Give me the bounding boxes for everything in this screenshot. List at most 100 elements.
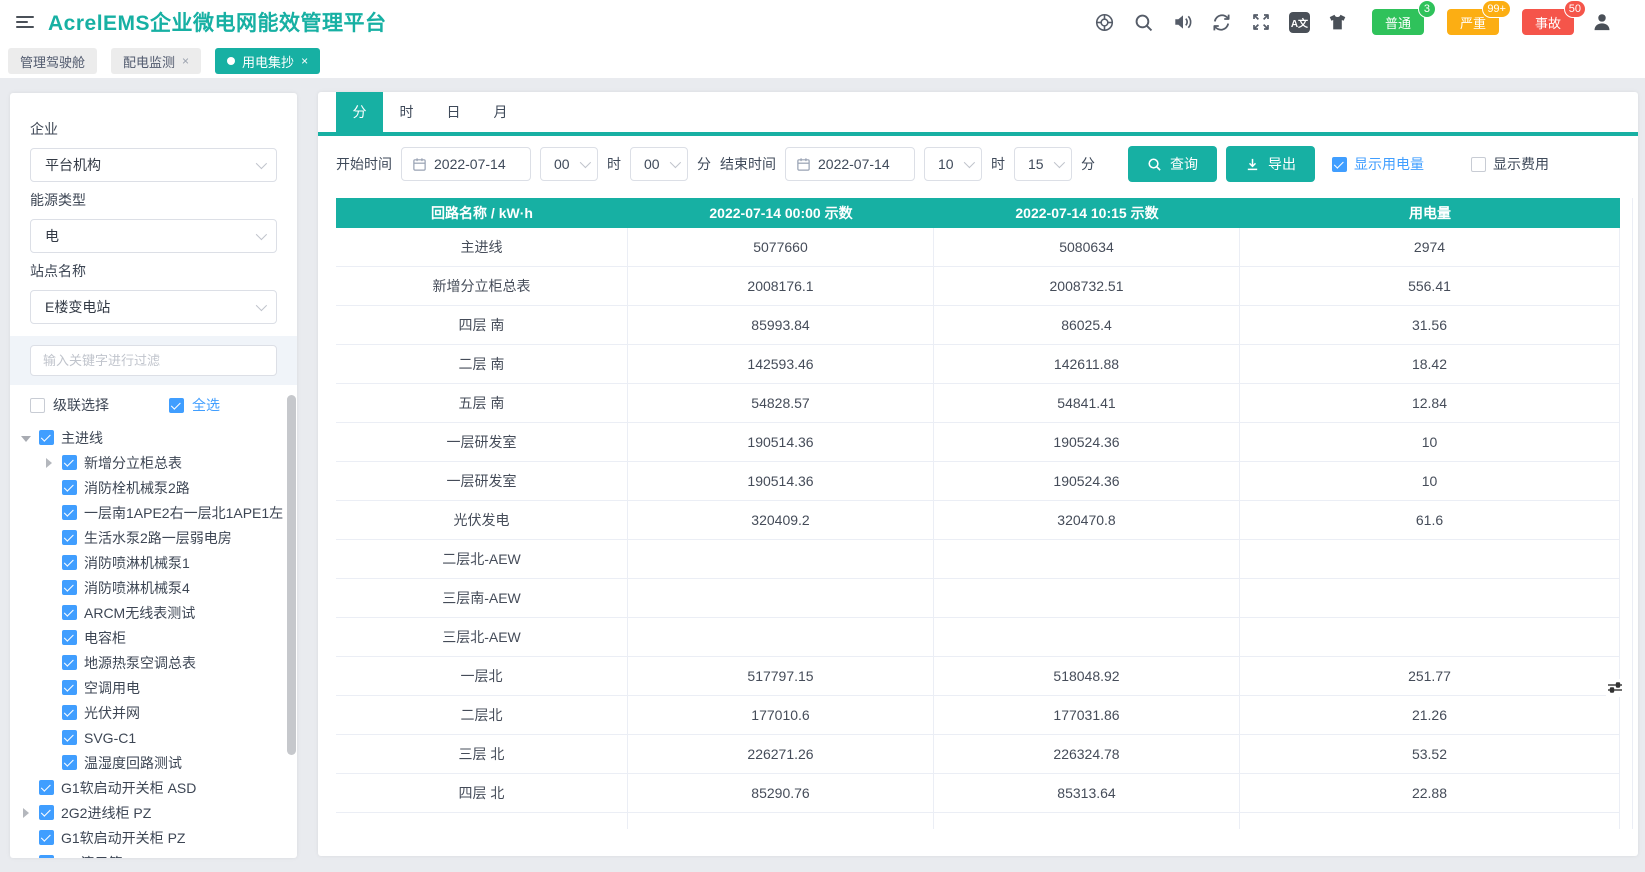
alarm-accident-button[interactable]: 事故 50	[1521, 0, 1586, 35]
cell-circuit: 主进线	[336, 228, 628, 267]
tree-item[interactable]: 2G2进线柜 PZ	[10, 800, 297, 825]
tree-checkbox[interactable]	[62, 455, 77, 470]
tree-checkbox[interactable]	[39, 430, 54, 445]
tree-item[interactable]: 电容柜	[10, 625, 297, 650]
tab-minute[interactable]: 分	[336, 92, 383, 132]
alarm-normal-button[interactable]: 普通 3	[1371, 0, 1436, 35]
show-cost-checkbox[interactable]	[1471, 156, 1486, 172]
adjust-columns-icon[interactable]	[1606, 679, 1624, 697]
speaker-icon[interactable]	[1172, 11, 1194, 33]
fullscreen-icon[interactable]	[1250, 11, 1272, 33]
tree-item[interactable]: 新增分立柜总表	[10, 450, 297, 475]
scrollbar-gutter[interactable]	[1620, 423, 1633, 462]
end-hour-select[interactable]: 10	[924, 147, 982, 181]
tree-item[interactable]: G1软启动开关柜 ASD	[10, 775, 297, 800]
cell-usage: 61.6	[1240, 501, 1620, 540]
tree-checkbox[interactable]	[39, 780, 54, 795]
tree-item[interactable]: 消防喷淋机械泵4	[10, 575, 297, 600]
caret-right-icon[interactable]	[43, 457, 55, 469]
tree-checkbox[interactable]	[39, 805, 54, 820]
alarm-severe-button[interactable]: 严重 99+	[1446, 0, 1511, 35]
caret-down-icon[interactable]	[20, 432, 32, 444]
scrollbar-gutter[interactable]	[1620, 462, 1633, 501]
tree-item[interactable]: 消防栓机械泵2路	[10, 475, 297, 500]
tree-checkbox[interactable]	[62, 680, 77, 695]
tree-checkbox[interactable]	[62, 655, 77, 670]
life-buoy-icon[interactable]	[1094, 11, 1116, 33]
tree-checkbox[interactable]	[62, 755, 77, 770]
tab-power-monitor[interactable]: 配电监测 ×	[111, 48, 202, 74]
end-minute-select[interactable]: 15	[1014, 147, 1072, 181]
tree-item[interactable]: G1软启动开关柜 PZ	[10, 825, 297, 850]
tree-checkbox[interactable]	[62, 580, 77, 595]
search-icon[interactable]	[1133, 11, 1155, 33]
scrollbar-gutter[interactable]	[1620, 267, 1633, 306]
station-select[interactable]: E楼变电站	[30, 290, 277, 324]
scrollbar-gutter[interactable]	[1620, 579, 1633, 618]
tree-checkbox[interactable]	[62, 705, 77, 720]
scrollbar-gutter[interactable]	[1620, 384, 1633, 423]
tree-checkbox[interactable]	[62, 730, 77, 745]
tree-item[interactable]: 地源热泵空调总表	[10, 650, 297, 675]
scrollbar-gutter[interactable]	[1620, 813, 1633, 829]
scrollbar-gutter[interactable]	[1620, 228, 1633, 267]
tree-checkbox[interactable]	[62, 480, 77, 495]
tree-item[interactable]: SVG-C1	[10, 725, 297, 750]
translate-icon[interactable]: A文	[1288, 11, 1310, 33]
refresh-icon[interactable]	[1211, 11, 1233, 33]
tree-item[interactable]: 消防喷淋机械泵1	[10, 550, 297, 575]
tree-item[interactable]: 生活水泵2路一层弱电房	[10, 525, 297, 550]
show-cost-toggle[interactable]: 显示费用	[1471, 154, 1549, 174]
tab-meter-reading[interactable]: 用电集抄 ×	[215, 48, 321, 74]
show-energy-toggle[interactable]: 显示用电量	[1332, 154, 1424, 174]
tree-item[interactable]: 光伏并网	[10, 700, 297, 725]
tree-checkbox[interactable]	[39, 830, 54, 845]
sidebar-scrollbar[interactable]	[287, 395, 296, 755]
tree-item[interactable]: 温湿度回路测试	[10, 750, 297, 775]
tab-hour[interactable]: 时	[383, 92, 430, 132]
close-icon[interactable]: ×	[301, 54, 308, 68]
tab-dashboard[interactable]: 管理驾驶舱	[8, 48, 98, 74]
close-icon[interactable]: ×	[182, 54, 189, 68]
tree-item[interactable]: 空调用电	[10, 675, 297, 700]
user-icon[interactable]	[1591, 11, 1613, 33]
cascade-checkbox[interactable]	[30, 397, 45, 413]
tree-item[interactable]: EC演示箱	[10, 850, 297, 858]
caret-right-icon[interactable]	[20, 857, 32, 858]
tree-item[interactable]: ARCM无线表测试	[10, 600, 297, 625]
tree-checkbox[interactable]	[62, 630, 77, 645]
tree-checkbox[interactable]	[62, 505, 77, 520]
start-minute-select[interactable]: 00	[630, 147, 688, 181]
tab-day[interactable]: 日	[430, 92, 477, 132]
end-date-input[interactable]: 2022-07-14	[785, 147, 915, 181]
scrollbar-gutter[interactable]	[1620, 774, 1633, 813]
show-energy-checkbox[interactable]	[1332, 156, 1347, 172]
start-hour-select[interactable]: 00	[540, 147, 598, 181]
tshirt-icon[interactable]	[1327, 11, 1349, 33]
start-date-input[interactable]: 2022-07-14	[401, 147, 531, 181]
scrollbar-gutter[interactable]	[1620, 306, 1633, 345]
tree-checkbox[interactable]	[62, 555, 77, 570]
scrollbar-gutter[interactable]	[1620, 735, 1633, 774]
scrollbar-gutter[interactable]	[1620, 540, 1633, 579]
download-icon	[1247, 158, 1258, 170]
scrollbar-gutter[interactable]	[1620, 501, 1633, 540]
tree-checkbox[interactable]	[62, 605, 77, 620]
tab-month[interactable]: 月	[477, 92, 524, 132]
caret-right-icon[interactable]	[20, 807, 32, 819]
tree-item[interactable]: 一层南1APE2右一层北1APE1左	[10, 500, 297, 525]
query-button[interactable]: 查询	[1128, 146, 1217, 182]
energy-type-select[interactable]: 电	[30, 219, 277, 253]
scrollbar-gutter[interactable]	[1620, 345, 1633, 384]
export-button[interactable]: 导出	[1226, 146, 1315, 182]
enterprise-select[interactable]: 平台机构	[30, 148, 277, 182]
tree-filter-input[interactable]	[30, 345, 277, 376]
tree-checkbox[interactable]	[62, 530, 77, 545]
tree-item[interactable]: 主进线	[10, 425, 297, 450]
select-all-checkbox[interactable]	[169, 397, 184, 413]
menu-fold-icon[interactable]	[14, 11, 36, 33]
scrollbar-gutter[interactable]	[1620, 696, 1633, 735]
scrollbar-gutter[interactable]	[1620, 618, 1633, 657]
tree-checkbox[interactable]	[39, 855, 54, 858]
cell-reading-start: 190514.36	[628, 462, 934, 501]
